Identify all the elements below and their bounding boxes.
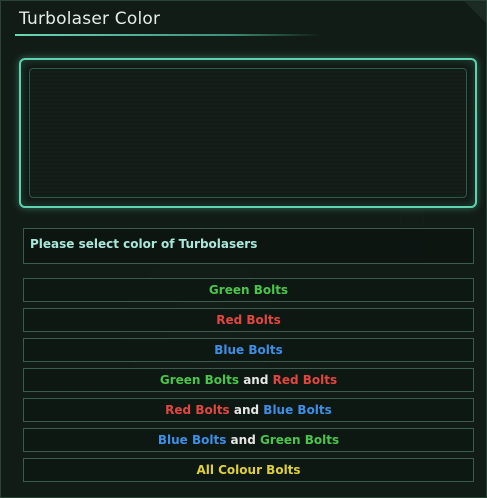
option-label: Green Bolts <box>208 283 289 297</box>
option-label: Red Bolts <box>272 373 338 387</box>
option-label: Red Bolts <box>216 313 281 327</box>
option-button-4[interactable]: Green Bolts and Red Bolts <box>23 368 474 392</box>
option-button-6[interactable]: Blue Bolts and Green Bolts <box>23 428 474 452</box>
option-button-7[interactable]: All Colour Bolts <box>23 458 474 482</box>
option-button-3[interactable]: Blue Bolts <box>23 338 474 362</box>
option-connector: and <box>239 373 273 387</box>
window-corner <box>464 1 486 23</box>
dialog-window: Turbolaser Color Please select color of … <box>0 0 487 498</box>
title-underline <box>15 34 321 36</box>
option-label: Green Bolts <box>259 433 340 447</box>
event-image <box>29 68 467 198</box>
option-connector: and <box>226 433 260 447</box>
option-label: All Colour Bolts <box>196 463 301 477</box>
option-button-5[interactable]: Red Bolts and Blue Bolts <box>23 398 474 422</box>
description-box: Please select color of Turbolasers <box>23 228 474 264</box>
description-text: Please select color of Turbolasers <box>30 237 258 251</box>
option-connector: and <box>229 403 264 417</box>
option-label: Red Bolts <box>165 403 230 417</box>
option-label: Green Bolts <box>159 373 240 387</box>
option-label: Blue Bolts <box>214 343 283 357</box>
window-title: Turbolaser Color <box>19 9 161 29</box>
option-button-2[interactable]: Red Bolts <box>23 308 474 332</box>
option-button-1[interactable]: Green Bolts <box>23 278 474 302</box>
option-label: Blue Bolts <box>263 403 332 417</box>
option-label: Blue Bolts <box>157 433 227 447</box>
event-image-frame <box>19 58 477 208</box>
